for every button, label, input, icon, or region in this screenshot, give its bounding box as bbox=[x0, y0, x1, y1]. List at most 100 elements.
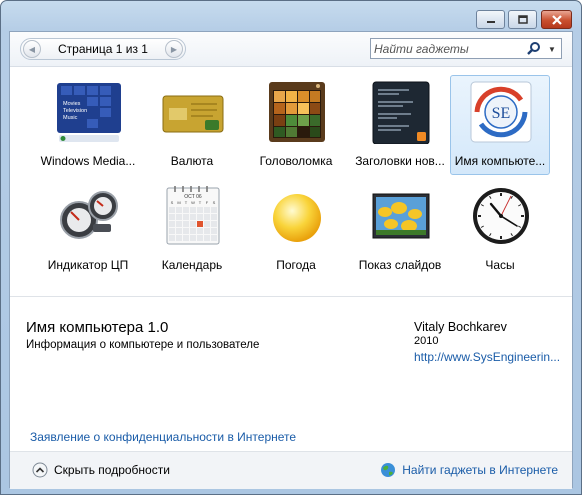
calendar-day-cell bbox=[190, 214, 196, 220]
details-author: Vitaly Bochkarev bbox=[414, 320, 507, 334]
get-gadgets-online-label: Найти гаджеты в Интернете bbox=[402, 463, 558, 477]
calendar-day-cell bbox=[169, 207, 175, 213]
calendar-icon: OCT 06 SMTWTFS bbox=[166, 186, 220, 245]
gadget-name: Головоломка bbox=[259, 154, 333, 168]
details-year: 2010 bbox=[414, 335, 439, 347]
calendar-weekday-letter: S bbox=[213, 200, 216, 205]
search-dropdown-button[interactable]: ▼ bbox=[546, 42, 558, 56]
calendar-weekday-letter: S bbox=[171, 200, 174, 205]
maximize-icon bbox=[517, 14, 528, 24]
gadgets-window: ◀ Страница 1 из 1 ▶ ▼ bbox=[0, 0, 582, 495]
page-navigator: ◀ Страница 1 из 1 ▶ bbox=[20, 38, 186, 60]
details-description: Информация о компьютере и пользователе bbox=[26, 339, 260, 351]
calendar-day-cell bbox=[183, 207, 189, 213]
gadget-name: Windows Media... bbox=[40, 154, 136, 168]
chevron-up-circle-icon bbox=[32, 462, 48, 478]
gadget-name: Валюта bbox=[170, 154, 214, 168]
slideshow-flowers-icon bbox=[372, 193, 430, 239]
gadget-tile-clock[interactable]: Часы bbox=[450, 179, 550, 279]
windows-media-center-icon: Movies Television Music bbox=[57, 83, 121, 142]
previous-page-button[interactable]: ◀ bbox=[23, 40, 41, 58]
calendar-day-cell bbox=[204, 214, 210, 220]
calendar-day-cell bbox=[190, 207, 196, 213]
sun-weather-icon bbox=[273, 194, 321, 242]
gadget-name: Часы bbox=[485, 258, 515, 272]
gadget-tile-slideshow[interactable]: Показ слайдов bbox=[350, 179, 450, 279]
calendar-day-cell bbox=[169, 235, 175, 241]
calendar-day-cell bbox=[204, 235, 210, 241]
calendar-day-cell bbox=[176, 228, 182, 234]
computer-name-icon: SE bbox=[470, 81, 532, 143]
calendar-day-cell bbox=[190, 235, 196, 241]
calendar-day-cell bbox=[183, 228, 189, 234]
gadget-name: Погода bbox=[276, 258, 316, 272]
currency-card-icon bbox=[162, 95, 224, 133]
page-indicator: Страница 1 из 1 bbox=[58, 42, 148, 56]
calendar-day-cell bbox=[169, 221, 175, 227]
gadget-tile-currency[interactable]: Валюта bbox=[142, 75, 242, 175]
calendar-day-cell bbox=[176, 221, 182, 227]
details-title: Имя компьютера 1.0 bbox=[26, 319, 169, 336]
chevron-left-icon: ◀ bbox=[28, 44, 36, 54]
calendar-day-cell bbox=[197, 221, 203, 227]
news-headlines-icon bbox=[372, 81, 430, 144]
close-icon bbox=[551, 14, 562, 25]
calendar-day-cell bbox=[176, 235, 182, 241]
calendar-day-cell bbox=[211, 235, 217, 241]
details-url-link[interactable]: http://www.SysEngineerin... bbox=[414, 350, 566, 364]
gadget-tile-windows-media-center[interactable]: Movies Television Music Windows Media... bbox=[38, 75, 138, 175]
gadget-name: Имя компьюте... bbox=[454, 154, 546, 168]
calendar-day-cell bbox=[183, 235, 189, 241]
calendar-day-cell bbox=[169, 214, 175, 220]
search-box: ▼ bbox=[370, 38, 562, 59]
privacy-statement-link[interactable]: Заявление о конфиденциальности в Интерне… bbox=[30, 430, 296, 444]
gadget-tile-computer-name[interactable]: SE Имя компьюте... bbox=[450, 75, 550, 175]
next-page-button[interactable]: ▶ bbox=[165, 40, 183, 58]
gadget-tile-weather[interactable]: Погода bbox=[246, 179, 346, 279]
calendar-day-cell bbox=[204, 228, 210, 234]
calendar-day-cell bbox=[183, 214, 189, 220]
thumb-movies-text: Movies bbox=[63, 101, 81, 107]
client-area: ◀ Страница 1 из 1 ▶ ▼ bbox=[9, 31, 573, 489]
thumb-music-text: Music bbox=[63, 115, 78, 121]
hide-details-label: Скрыть подробности bbox=[54, 463, 170, 477]
gadget-tile-news-headlines[interactable]: Заголовки нов... bbox=[350, 75, 450, 175]
cpu-meter-icon bbox=[60, 191, 118, 239]
calendar-day-cell bbox=[211, 221, 217, 227]
calendar-day-cell bbox=[211, 207, 217, 213]
minimize-button[interactable] bbox=[476, 10, 505, 29]
puzzle-icon bbox=[269, 82, 325, 142]
calendar-day-cell bbox=[176, 214, 182, 220]
gadget-name: Показ слайдов bbox=[358, 258, 442, 272]
thumb-se-text: SE bbox=[492, 105, 511, 122]
maximize-button[interactable] bbox=[508, 10, 537, 29]
search-input[interactable] bbox=[374, 41, 524, 56]
thumb-television-text: Television bbox=[63, 108, 87, 114]
chevron-right-icon: ▶ bbox=[170, 44, 178, 54]
clock-icon bbox=[473, 188, 529, 244]
calendar-day-cell bbox=[197, 228, 203, 234]
globe-icon bbox=[381, 463, 396, 477]
hide-details-button[interactable]: Скрыть подробности bbox=[32, 462, 170, 478]
chevron-down-icon: ▼ bbox=[548, 44, 556, 54]
calendar-day-cell bbox=[190, 228, 196, 234]
calendar-day-cell bbox=[197, 235, 203, 241]
toolbar: ◀ Страница 1 из 1 ▶ ▼ bbox=[10, 32, 572, 67]
gadget-tile-cpu-meter[interactable]: Индикатор ЦП bbox=[38, 179, 138, 279]
calendar-day-cell bbox=[176, 207, 182, 213]
calendar-day-cell bbox=[197, 207, 203, 213]
footer-bar: Скрыть подробности Найти гаджеты в Интер… bbox=[10, 451, 572, 489]
get-gadgets-online-link[interactable]: Найти гаджеты в Интернете bbox=[380, 462, 558, 478]
gadget-tile-puzzle[interactable]: Головоломка bbox=[246, 75, 346, 175]
gadget-tile-calendar[interactable]: OCT 06 SMTWTFS Календарь bbox=[142, 179, 242, 279]
search-icon[interactable] bbox=[526, 41, 542, 57]
calendar-weekday-letter: M bbox=[177, 200, 180, 205]
gadget-name: Календарь bbox=[161, 258, 223, 272]
gadget-gallery: Movies Television Music Windows Media...… bbox=[10, 67, 572, 293]
gadget-name: Индикатор ЦП bbox=[47, 258, 129, 272]
calendar-day-cell bbox=[169, 228, 175, 234]
calendar-day-cell bbox=[211, 228, 217, 234]
minimize-icon bbox=[486, 20, 495, 23]
close-button[interactable] bbox=[541, 10, 572, 29]
calendar-day-cell bbox=[197, 214, 203, 220]
